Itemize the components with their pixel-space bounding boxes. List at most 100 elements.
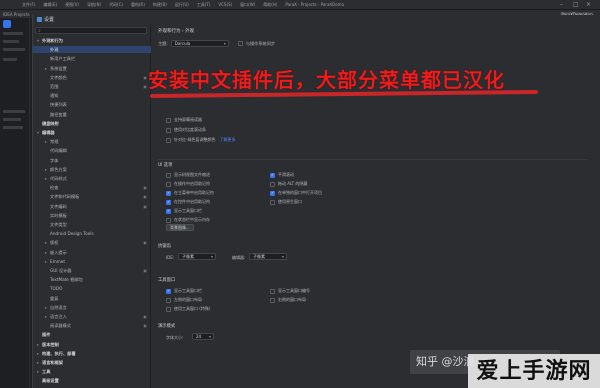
tree-row[interactable] xyxy=(3,58,17,61)
checkbox-box[interactable] xyxy=(166,181,171,187)
maximize-icon[interactable]: □ xyxy=(573,1,579,8)
checkbox-box[interactable] xyxy=(166,137,171,143)
sidebar-item[interactable]: 新用户工具栏 xyxy=(33,55,151,62)
option-checkbox[interactable]: 显示树视图文件缩进 xyxy=(166,172,210,178)
sidebar-item[interactable]: 插件 xyxy=(33,331,151,338)
checkbox-box[interactable] xyxy=(270,181,275,187)
menu-item[interactable]: 视图(V) xyxy=(65,2,79,8)
sidebar-item[interactable]: ▸ 常规 xyxy=(33,138,151,145)
sidebar-item[interactable]: ▾ 编辑器 xyxy=(33,129,151,136)
sidebar-item[interactable]: 路径变量 xyxy=(33,111,151,118)
option-checkbox[interactable]: 右侧的窗口布局 xyxy=(270,297,306,303)
editor-antialias-dropdown[interactable]: 子像素 xyxy=(249,253,287,260)
option-checkbox[interactable]: 显示工具窗口栏 xyxy=(166,208,202,214)
option-checkbox[interactable]: 在操作中启用助记符 xyxy=(166,181,210,187)
option-checkbox[interactable]: 平滑滚动 xyxy=(270,172,294,178)
menu-item[interactable]: VCS(S) xyxy=(218,2,232,7)
checkbox-box[interactable] xyxy=(166,217,171,223)
checkbox-box[interactable] xyxy=(166,306,171,312)
sidebar-item[interactable]: ▸ 颜色方案 xyxy=(33,166,151,173)
learn-more-link[interactable]: 了解更多 xyxy=(219,137,235,142)
sidebar-item[interactable]: TextMate 捆绑包 xyxy=(33,276,151,283)
menu-item[interactable]: 工具(T) xyxy=(197,2,211,8)
sidebar-item[interactable]: 键盘映射 xyxy=(33,120,151,127)
checkbox-box[interactable] xyxy=(166,288,171,294)
menu-item[interactable]: 窗口(W) xyxy=(240,2,255,8)
sidebar-item[interactable]: TODO xyxy=(33,285,151,292)
sidebar-item[interactable]: ▸ 系统设置 xyxy=(33,65,151,72)
project-label[interactable]: IDEA Projects xyxy=(3,12,30,17)
sidebar-item[interactable]: ▾ 外观和行为 xyxy=(33,37,151,44)
sidebar-item[interactable]: 检查 ▣ xyxy=(33,184,151,191)
option-checkbox[interactable]: 使用对比度滚动条 xyxy=(166,127,206,133)
option-checkbox[interactable]: 显示工具窗口栏 xyxy=(166,288,202,294)
ide-antialias-dropdown[interactable]: 子像素 xyxy=(178,253,216,260)
menu-item[interactable]: 帮助(H) xyxy=(263,2,277,8)
menu-item[interactable]: ParaX - Projects - ParaXDemo xyxy=(285,2,344,7)
option-checkbox[interactable]: 在单独的窗口中打开项目 xyxy=(270,190,322,196)
sidebar-item[interactable]: 文件和代码模板 ▣ xyxy=(33,193,151,200)
checkbox-box[interactable] xyxy=(270,199,275,205)
tree-row[interactable] xyxy=(3,126,23,129)
checkbox-box[interactable] xyxy=(166,199,171,205)
option-checkbox[interactable]: 针对红-绿色盲调整颜色 了解更多 xyxy=(166,137,235,143)
option-checkbox[interactable]: 在状态栏中显示内存 xyxy=(166,217,210,223)
sidebar-item[interactable]: 字体 xyxy=(33,157,151,164)
menu-item[interactable]: 编辑(E) xyxy=(43,2,57,8)
sidebar-item[interactable]: 实时模板 xyxy=(33,212,151,219)
checkbox-box[interactable] xyxy=(270,297,275,303)
menu-item[interactable]: 运行(U) xyxy=(175,2,189,8)
menu-item[interactable]: 代码(C) xyxy=(109,2,123,8)
settings-search-input[interactable]: ⌕ xyxy=(35,27,147,34)
sidebar-item[interactable]: ▸ 工具 xyxy=(33,368,151,375)
option-checkbox[interactable]: 在主菜单中启用助记符 xyxy=(166,190,214,196)
menu-item[interactable]: 构建(B) xyxy=(153,2,167,8)
sidebar-item[interactable]: Android Design Tools xyxy=(33,230,151,237)
sidebar-item[interactable]: ▸ 构建、执行、部署 xyxy=(33,350,151,357)
tree-row[interactable] xyxy=(3,110,25,113)
checkbox-box[interactable] xyxy=(166,117,171,123)
sidebar-item[interactable]: 代码编辑 xyxy=(33,147,151,154)
sidebar-item[interactable]: ▸ 自然语言 xyxy=(33,304,151,311)
checkbox-box[interactable] xyxy=(166,297,171,303)
menu-item[interactable]: 导航(N) xyxy=(87,2,101,8)
tree-row[interactable] xyxy=(3,48,25,51)
checkbox-box[interactable] xyxy=(270,172,275,178)
option-checkbox[interactable]: 拖动 ALT 的隐藏 xyxy=(270,181,307,187)
sidebar-item[interactable]: ▸ Emmet xyxy=(33,258,151,265)
checkbox-box[interactable] xyxy=(166,190,171,196)
menu-item[interactable]: 重构(R) xyxy=(131,2,145,8)
sidebar-item[interactable]: 文件编码 ▣ xyxy=(33,203,151,210)
sidebar-item[interactable]: 通知 xyxy=(33,92,151,99)
sidebar-item[interactable]: ▸ 版权 ▣ xyxy=(33,239,151,246)
option-checkbox[interactable]: 支持屏幕阅读器 xyxy=(166,117,202,123)
checkbox-box[interactable] xyxy=(166,127,171,133)
sidebar-item[interactable]: ▸ 代码样式 xyxy=(33,175,151,182)
close-icon[interactable]: × xyxy=(586,1,591,8)
background-image-button[interactable]: 背景图像... xyxy=(166,224,194,231)
sidebar-item[interactable]: ▸ 语言注入 ▣ xyxy=(33,313,151,320)
sidebar-item[interactable]: 阅读器模式 ▣ xyxy=(33,322,151,329)
sidebar-item[interactable]: 外观 xyxy=(33,46,151,54)
option-checkbox[interactable]: 在控件中启用助记符 xyxy=(166,199,210,205)
option-checkbox[interactable]: 使用原生窗口 xyxy=(270,199,302,205)
checkbox-box[interactable] xyxy=(166,208,171,214)
menu-item[interactable]: 文件(F) xyxy=(22,2,35,8)
sync-os-checkbox[interactable]: 与操作系统同步 xyxy=(237,41,275,47)
option-checkbox[interactable]: 显示工具窗口编号 xyxy=(270,288,310,294)
checkbox-box[interactable] xyxy=(270,190,275,196)
sidebar-item[interactable]: 快捷列表 xyxy=(33,101,151,108)
sidebar-item[interactable]: ▸ 嵌入提示 xyxy=(33,249,151,256)
tree-row[interactable] xyxy=(3,32,23,35)
font-size-dropdown[interactable]: 24 xyxy=(192,333,214,340)
checkbox-box[interactable] xyxy=(166,172,171,178)
minimize-icon[interactable]: – xyxy=(560,1,563,8)
sidebar-item[interactable]: 高级设置 xyxy=(33,377,151,384)
option-checkbox[interactable]: 左侧的窗口布局 xyxy=(166,297,202,303)
sidebar-item[interactable]: ▸ 版本控制 xyxy=(33,341,151,348)
checkbox-box[interactable] xyxy=(237,41,243,46)
sidebar-item[interactable]: GUI 设计器 ▣ xyxy=(33,267,151,274)
sidebar-item[interactable]: 文件颜色 ▣ xyxy=(33,74,151,81)
sidebar-item[interactable]: 重复 xyxy=(33,295,151,302)
sidebar-item[interactable]: 文件类型 xyxy=(33,221,151,228)
